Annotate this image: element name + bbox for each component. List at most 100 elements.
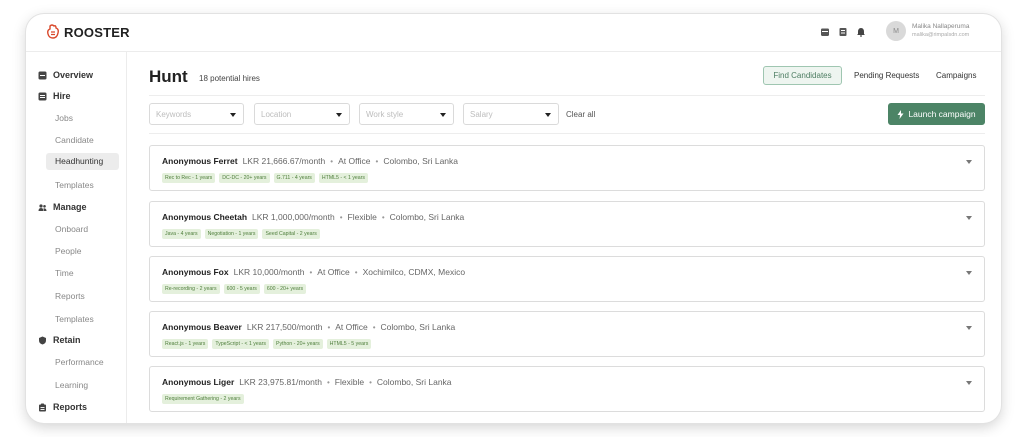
salary-input[interactable] [470,108,535,121]
page-title: Hunt [149,67,188,86]
sidebar-item-performance[interactable]: Performance [55,357,104,367]
grid-icon[interactable] [838,27,848,37]
sidebar-item-label: Manage [53,202,87,212]
skill-tag: Negotiation - 1 years [204,229,259,239]
chevron-down-icon[interactable] [966,216,972,220]
top-bar: ROOSTER M Malika Nallaperuma malika@rimp… [26,14,1001,52]
divider [149,133,985,134]
skill-tag: Rec to Rec - 1 years [162,173,216,183]
skill-tag: G.711 - 4 years [273,173,315,183]
users-icon [38,203,47,211]
pending-requests-button[interactable]: Pending Requests [854,71,919,80]
skill-tag: Re-recording - 2 years [162,284,220,294]
skill-tag: HTML5 - 5 years [326,339,372,349]
skill-tag: 600 - 20+ years [263,284,307,294]
candidate-name: Anonymous Ferret [162,156,238,166]
chevron-down-icon[interactable] [966,160,972,164]
candidate-work-style: At Office [335,322,368,332]
candidate-card[interactable]: Anonymous Ferret LKR 21,666.67/month • A… [149,145,985,191]
bell-icon[interactable] [856,27,866,37]
skill-tag: Requirement Gathering - 2 years [162,394,244,404]
sidebar-item-label: Retain [53,335,81,345]
candidate-card[interactable]: Anonymous Cheetah LKR 1,000,000/month • … [149,201,985,247]
app-window: ROOSTER M Malika Nallaperuma malika@rimp… [26,14,1001,423]
candidate-work-style: At Office [317,267,350,277]
skill-tags: Re-recording - 2 years 600 - 5 years 600… [162,284,307,294]
sidebar-item-learning[interactable]: Learning [55,380,88,390]
sidebar-item-reports-sub[interactable]: Reports [55,291,85,301]
skill-tag: DC-DC - 20+ years [219,173,270,183]
sidebar-item-manage-templates[interactable]: Templates [55,314,94,324]
work-style-input[interactable] [366,108,431,121]
chevron-down-icon[interactable] [966,271,972,275]
candidate-work-style: Flexible [334,377,365,387]
sidebar-item-headhunting[interactable]: Headhunting [46,153,119,170]
candidate-work-style: At Office [338,156,371,166]
candidate-location: Colombo, Sri Lanka [383,156,459,166]
sidebar-item-candidate[interactable]: Candidate [55,135,94,145]
sidebar-item-onboard[interactable]: Onboard [55,224,88,234]
skill-tag: TypeScript - < 1 years [212,339,269,349]
chevron-down-icon [545,113,551,117]
sidebar-item-time[interactable]: Time [55,268,74,278]
user-name: Malika Nallaperuma [912,23,970,30]
candidate-card[interactable]: Anonymous Fox LKR 10,000/month • At Offi… [149,256,985,302]
clear-all-link[interactable]: Clear all [566,110,595,119]
work-style-filter[interactable] [359,103,454,125]
calendar-icon[interactable] [820,27,830,37]
launch-campaign-button[interactable]: Launch campaign [888,103,985,125]
hire-count: 18 potential hires [199,74,260,83]
candidate-card[interactable]: Anonymous Liger LKR 23,975.81/month • Fl… [149,366,985,412]
divider [149,95,985,96]
campaigns-button[interactable]: Campaigns [936,71,976,80]
sidebar-item-jobs[interactable]: Jobs [55,113,73,123]
sidebar-item-label: Reports [53,402,88,412]
skill-tags: Requirement Gathering - 2 years [162,394,244,404]
location-input[interactable] [261,108,326,121]
keywords-input[interactable] [156,108,221,121]
skill-tag: HTML5 - < 1 years [318,173,369,183]
candidate-work-style: Flexible [347,212,377,222]
sidebar-item-label: Hire [53,91,71,101]
sidebar: Overview Hire Jobs Candidate Headhunting… [26,52,127,423]
hire-icon [38,92,47,100]
candidate-location: Colombo, Sri Lanka [389,212,465,222]
candidate-name: Anonymous Cheetah [162,212,248,222]
candidate-card[interactable]: Anonymous Beaver LKR 217,500/month • At … [149,311,985,357]
skill-tag: Python - 20+ years [272,339,323,349]
user-email: malika@rimpalsdn.com [912,32,970,38]
overview-icon [38,71,47,79]
candidate-salary: LKR 10,000/month [233,267,305,277]
skill-tag: Java - 4 years [162,229,201,239]
sidebar-item-manage[interactable]: Manage [38,202,87,212]
candidate-location: Xochimilco, CDMX, Mexico [362,267,466,277]
lightning-icon [897,109,904,119]
skill-tags: Java - 4 years Negotiation - 1 years See… [162,229,320,239]
sidebar-item-hire[interactable]: Hire [38,91,71,101]
avatar: M [886,21,906,41]
sidebar-item-retain[interactable]: Retain [38,335,81,345]
chevron-down-icon[interactable] [966,326,972,330]
candidate-name: Anonymous Beaver [162,322,242,332]
candidate-location: Colombo, Sri Lanka [380,322,456,332]
find-candidates-button[interactable]: Find Candidates [763,66,842,85]
shield-icon [39,336,46,344]
user-menu[interactable]: M Malika Nallaperuma malika@rimpalsdn.co… [886,21,969,41]
sidebar-item-hire-templates[interactable]: Templates [55,180,94,190]
sidebar-item-people[interactable]: People [55,246,81,256]
rooster-logo-icon [47,24,59,39]
chevron-down-icon[interactable] [966,381,972,385]
candidate-salary: LKR 23,975.81/month [239,377,322,387]
sidebar-item-reports[interactable]: Reports [38,402,87,412]
candidate-name: Anonymous Liger [162,377,235,387]
sidebar-item-overview[interactable]: Overview [38,70,93,80]
skill-tag: 600 - 5 years [223,284,260,294]
skill-tag: Seed Capital - 2 years [262,229,320,239]
keywords-filter[interactable] [149,103,244,125]
chevron-down-icon [440,113,446,117]
logo[interactable]: ROOSTER [46,24,130,40]
candidate-salary: LKR 1,000,000/month [252,212,335,222]
location-filter[interactable] [254,103,350,125]
salary-filter[interactable] [463,103,559,125]
candidate-location: Colombo, Sri Lanka [376,377,452,387]
